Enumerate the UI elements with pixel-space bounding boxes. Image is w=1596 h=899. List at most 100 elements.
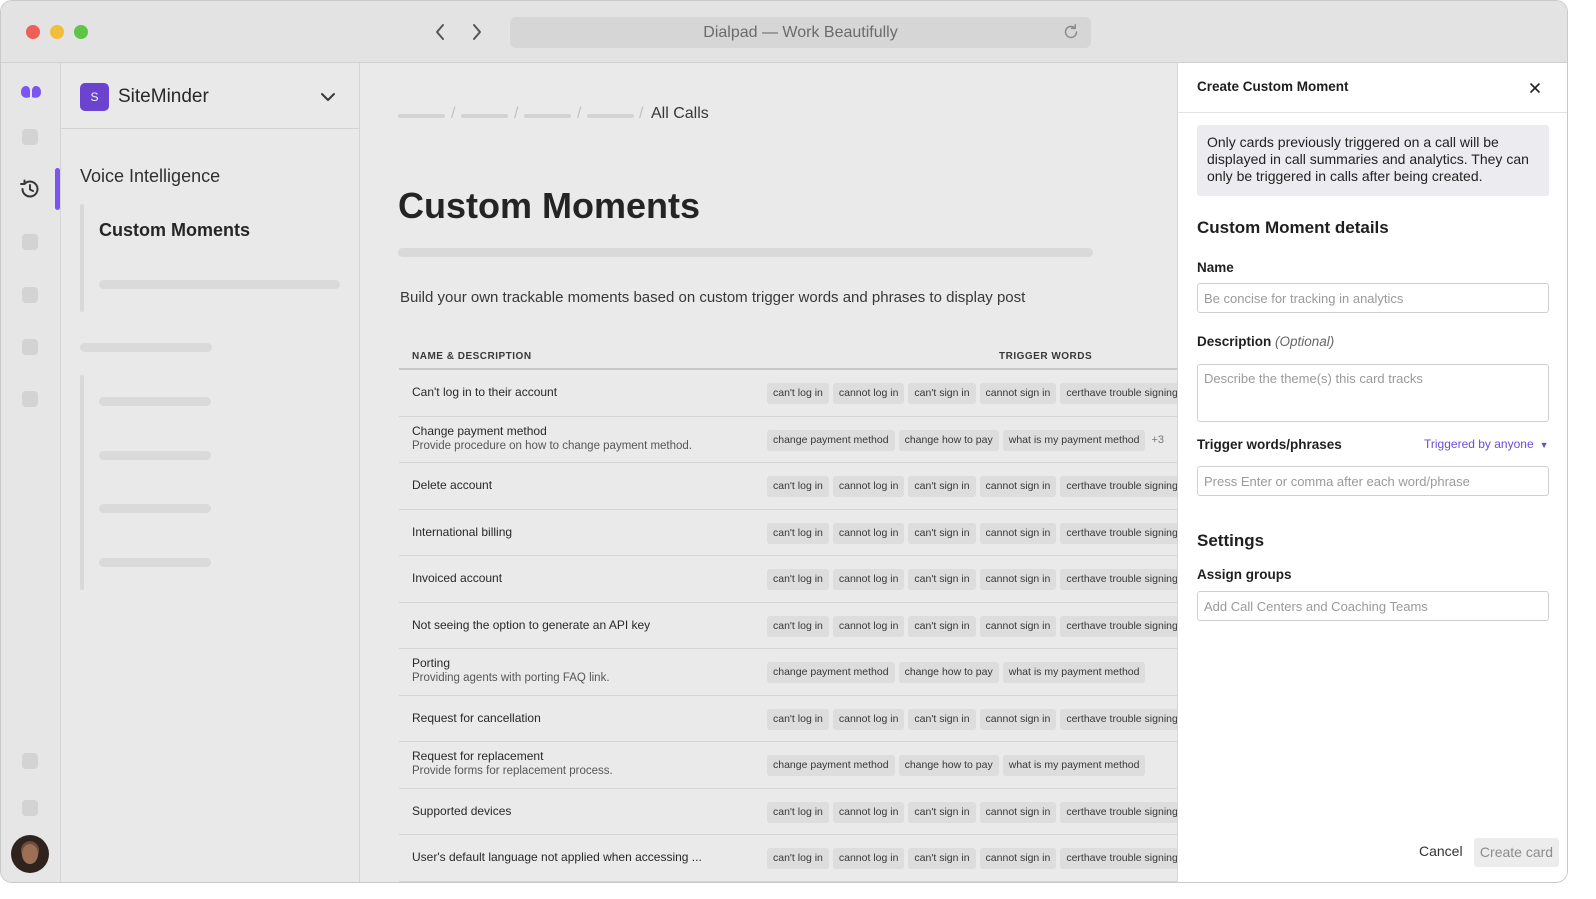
minimize-window-button[interactable]	[50, 25, 64, 39]
caret-down-icon: ▼	[1539, 440, 1549, 450]
trigger-word-chip: cannot sign in	[979, 522, 1057, 544]
table-body: Can't log in to their account can't log i…	[399, 370, 1178, 882]
active-indicator	[55, 168, 60, 210]
breadcrumb-placeholder[interactable]	[524, 114, 571, 118]
moment-name[interactable]: Supported devices	[412, 804, 511, 818]
trigger-word-chip: can't log in	[767, 615, 829, 637]
cancel-button[interactable]: Cancel	[1419, 843, 1463, 859]
breadcrumb-placeholder[interactable]	[398, 114, 445, 118]
moment-description: Provide forms for replacement process.	[412, 765, 613, 777]
table-row[interactable]: Porting Providing agents with porting FAQ…	[399, 649, 1178, 696]
trigger-words-label: Trigger words/phrases	[1197, 437, 1342, 452]
table-row[interactable]: Invoiced account can't log in cannot log i…	[399, 556, 1178, 603]
nav-placeholder-icon[interactable]	[22, 129, 38, 145]
breadcrumb-current[interactable]: All Calls	[651, 105, 709, 123]
triggered-by-dropdown[interactable]: Triggered by anyone ▼	[1424, 437, 1549, 451]
org-badge: S	[80, 83, 109, 111]
forward-arrow-icon[interactable]	[466, 19, 488, 45]
trigger-word-chips: can't log in cannot log in can't sign in ca…	[767, 476, 1178, 497]
table-row[interactable]: User's default language not applied when…	[399, 835, 1178, 882]
table-row[interactable]: Request for replacement Provide forms for…	[399, 742, 1178, 789]
trigger-word-chip: cannot log in	[832, 615, 905, 637]
assign-groups-field[interactable]	[1197, 591, 1549, 621]
trigger-word-chip: cannot sign in	[979, 848, 1057, 869]
trigger-word-chip: certhave trouble signing	[1060, 615, 1178, 637]
table-row[interactable]: Supported devices can't log in cannot log …	[399, 789, 1178, 835]
breadcrumb-placeholder[interactable]	[587, 114, 634, 118]
table-row[interactable]: Change payment method Provide procedure o…	[399, 417, 1178, 463]
sidebar-section-voice-intelligence[interactable]: Voice Intelligence	[80, 166, 220, 187]
trigger-word-chip: can't log in	[767, 569, 829, 590]
org-name: SiteMinder	[118, 86, 209, 107]
nav-placeholder-icon[interactable]	[22, 800, 38, 816]
more-chips-count[interactable]: +3	[1151, 430, 1164, 451]
column-header-trigger-words[interactable]: TRIGGER WORDS	[999, 351, 1092, 362]
trigger-word-chip: can't sign in	[908, 476, 976, 497]
moment-name[interactable]: Can't log in to their account	[412, 385, 557, 399]
table-row[interactable]: Not seeing the option to generate an API…	[399, 603, 1178, 649]
moment-name[interactable]: User's default language not applied when…	[412, 850, 702, 864]
trigger-words-field[interactable]	[1197, 466, 1549, 496]
nav-placeholder-icon[interactable]	[22, 287, 38, 303]
back-arrow-icon[interactable]	[429, 19, 451, 45]
settings-section-title: Settings	[1197, 531, 1265, 550]
nav-placeholder-icon[interactable]	[22, 391, 38, 407]
description-label-text: Description	[1197, 334, 1272, 349]
moment-name[interactable]: Request for replacement	[412, 749, 543, 763]
moment-name[interactable]: Request for cancellation	[412, 711, 541, 725]
trigger-word-chip: can't log in	[767, 708, 829, 730]
close-window-button[interactable]	[26, 25, 40, 39]
moment-name[interactable]: Invoiced account	[412, 571, 502, 585]
moment-name[interactable]: Porting	[412, 656, 450, 670]
sidebar-item-placeholder	[99, 451, 211, 460]
reload-icon[interactable]	[1061, 22, 1081, 42]
trigger-word-chip: what is my payment method	[1002, 755, 1146, 776]
avatar[interactable]	[11, 835, 49, 873]
trigger-word-chip: certhave trouble signing	[1060, 383, 1178, 404]
moment-name[interactable]: Delete account	[412, 478, 492, 492]
moment-name[interactable]: International billing	[412, 525, 512, 539]
trigger-word-chip: cannot sign in	[979, 615, 1057, 637]
sidebar-item-custom-moments[interactable]: Custom Moments	[99, 220, 250, 241]
org-switcher[interactable]: S SiteMinder	[61, 63, 359, 129]
trigger-word-chip: can't log in	[767, 522, 829, 544]
trigger-word-chip: what is my payment method	[1002, 662, 1146, 683]
breadcrumb-separator: /	[639, 105, 644, 122]
sidebar-item-placeholder	[99, 558, 211, 567]
column-header-name[interactable]: NAME & DESCRIPTION	[412, 351, 532, 362]
history-icon[interactable]	[18, 177, 42, 201]
table-row[interactable]: International billing can't log in cannot …	[399, 510, 1178, 556]
breadcrumb-separator: /	[514, 105, 519, 122]
trigger-word-chip: can't log in	[767, 848, 829, 869]
moment-name[interactable]: Change payment method	[412, 424, 547, 438]
nav-placeholder-icon[interactable]	[22, 753, 38, 769]
sidebar-item-placeholder	[99, 280, 340, 289]
table-row[interactable]: Request for cancellation can't log in cann…	[399, 696, 1178, 742]
breadcrumb-placeholder[interactable]	[461, 114, 508, 118]
table-row[interactable]: Delete account can't log in cannot log in c…	[399, 463, 1178, 510]
nav-placeholder-icon[interactable]	[22, 234, 38, 250]
address-bar[interactable]: Dialpad — Work Beautifully	[510, 17, 1091, 48]
trigger-word-chip: what is my payment method	[1002, 429, 1146, 451]
drawer-header: Create Custom Moment	[1178, 63, 1567, 113]
sidebar: S SiteMinder Voice Intelligence Custom M…	[61, 63, 360, 882]
nav-placeholder-icon[interactable]	[22, 339, 38, 355]
page-title-text: Dialpad — Work Beautifully	[703, 24, 898, 41]
trigger-word-chip: change payment method	[767, 429, 895, 451]
create-card-button[interactable]: Create card	[1474, 838, 1559, 867]
description-field[interactable]	[1197, 364, 1549, 422]
browser-window: Dialpad — Work Beautifully S SiteMinder …	[0, 0, 1568, 883]
moment-name[interactable]: Not seeing the option to generate an API…	[412, 618, 650, 632]
dialpad-logo-icon[interactable]	[17, 81, 45, 103]
chevron-down-icon[interactable]	[319, 88, 337, 106]
trigger-word-chip: certhave trouble signing	[1060, 801, 1178, 823]
name-field[interactable]	[1197, 283, 1549, 313]
maximize-window-button[interactable]	[74, 25, 88, 39]
page-title: Custom Moments	[398, 185, 701, 226]
triggered-by-label: Triggered by anyone	[1424, 437, 1534, 451]
close-icon[interactable]	[1527, 80, 1543, 96]
trigger-word-chip: cannot log in	[832, 801, 905, 823]
sidebar-tree-line	[80, 375, 84, 590]
table-row[interactable]: Can't log in to their account can't log i…	[399, 370, 1178, 417]
trigger-word-chips: change payment method change how to pay wh…	[767, 429, 1164, 451]
